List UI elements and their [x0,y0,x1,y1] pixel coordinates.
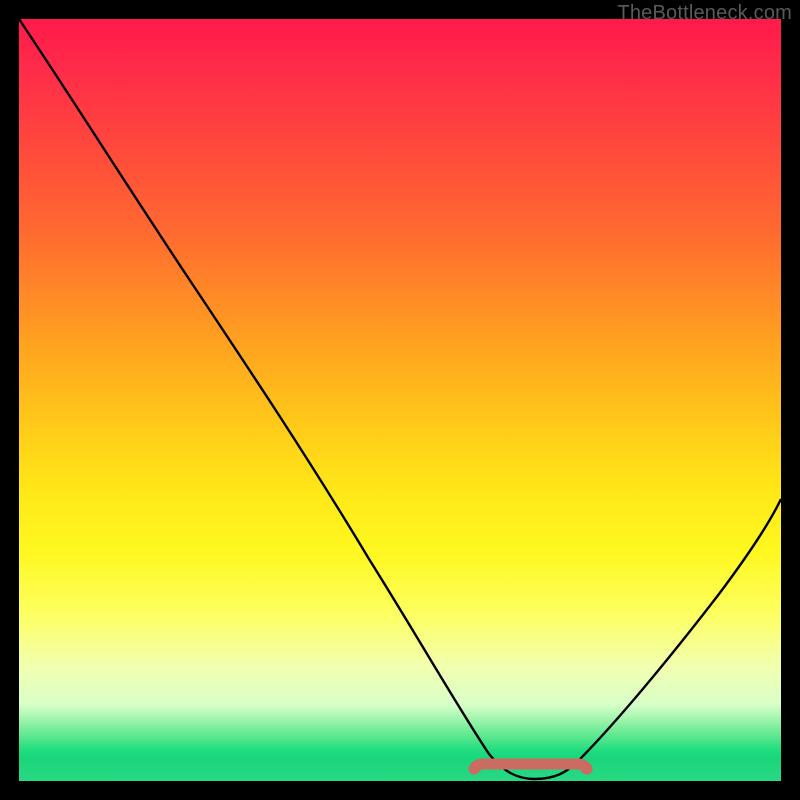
bottleneck-curve [19,19,781,779]
plot-area [19,19,781,781]
watermark-text: TheBottleneck.com [617,2,792,25]
optimal-zone-marker [474,764,587,769]
curve-layer [19,19,781,781]
optimal-zone-start-dot [469,762,481,774]
optimal-zone-end-dot [580,762,592,774]
chart-frame: TheBottleneck.com [0,0,800,800]
